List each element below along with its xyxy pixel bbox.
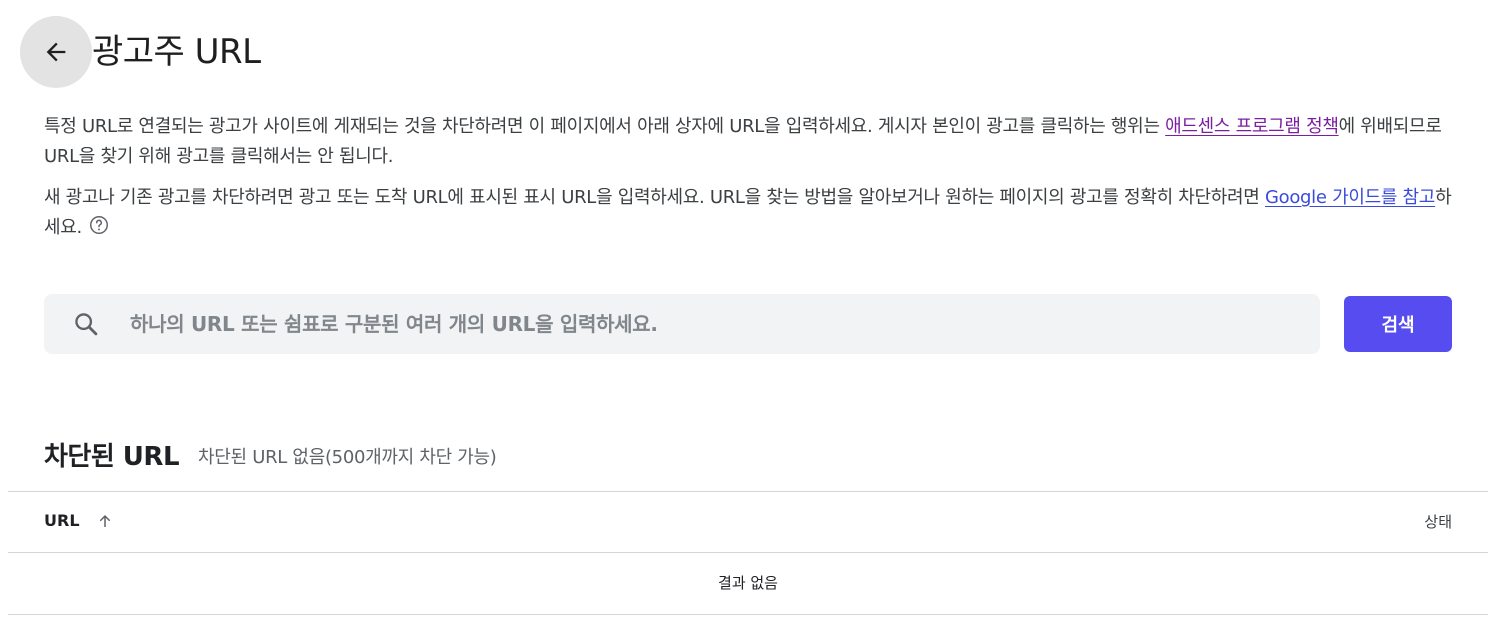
table-bottom-divider <box>8 614 1488 615</box>
description-paragraph-2: 새 광고나 기존 광고를 차단하려면 광고 또는 도착 URL에 표시된 표시 … <box>44 183 1464 246</box>
description-text-2: 새 광고나 기존 광고를 차단하려면 광고 또는 도착 URL에 표시된 표시 … <box>44 187 1265 208</box>
description-text-1: 특정 URL로 연결되는 광고가 사이트에 게재되는 것을 차단하려면 이 페이… <box>44 116 1166 137</box>
blocked-urls-subtitle: 차단된 URL 없음(500개까지 차단 가능) <box>198 447 497 468</box>
arrow-left-icon <box>46 42 66 62</box>
column-header-status[interactable]: 상태 <box>1424 511 1452 532</box>
search-box[interactable] <box>44 294 1320 354</box>
page: 광고주 URL 특정 URL로 연결되는 광고가 사이트에 게재되는 것을 차단… <box>0 0 1504 632</box>
table-top-divider <box>8 491 1488 492</box>
search-button[interactable]: 검색 <box>1344 296 1452 352</box>
blocked-urls-title: 차단된 URL <box>44 442 180 472</box>
empty-results-text: 결과 없음 <box>718 574 778 592</box>
arrow-up-icon <box>96 512 114 530</box>
adsense-policy-link[interactable]: 애드센스 프로그램 정책 <box>1165 116 1339 137</box>
column-header-url-label: URL <box>44 511 80 530</box>
column-header-url[interactable]: URL <box>44 511 114 530</box>
back-button[interactable] <box>20 16 92 88</box>
table-header-divider <box>8 552 1488 553</box>
help-circle-icon[interactable] <box>88 214 110 246</box>
header: 광고주 URL <box>20 16 261 88</box>
page-title: 광고주 URL <box>92 31 261 72</box>
google-guide-link[interactable]: Google 가이드를 참고 <box>1265 187 1435 208</box>
search-icon <box>72 310 100 338</box>
search-input[interactable] <box>128 303 1320 345</box>
description-paragraph-1: 특정 URL로 연결되는 광고가 사이트에 게재되는 것을 차단하려면 이 페이… <box>44 112 1464 172</box>
